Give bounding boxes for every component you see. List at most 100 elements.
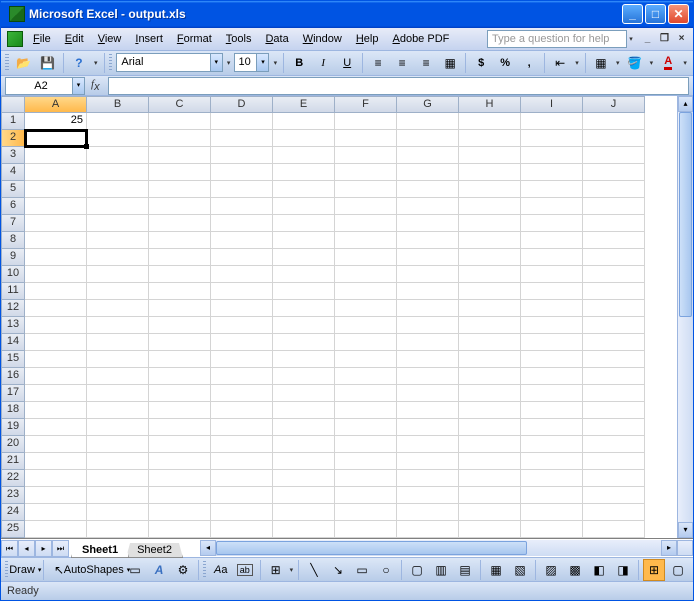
cell-A19[interactable]	[25, 419, 87, 436]
cell-J5[interactable]	[583, 181, 645, 198]
column-header-I[interactable]: I	[521, 96, 583, 113]
cell-J10[interactable]	[583, 266, 645, 283]
cell-C4[interactable]	[149, 164, 211, 181]
cell-A16[interactable]	[25, 368, 87, 385]
cell-A9[interactable]	[25, 249, 87, 266]
minimize-button[interactable]: _	[622, 4, 643, 24]
cell-C3[interactable]	[149, 147, 211, 164]
cell-B18[interactable]	[87, 402, 149, 419]
cell-B3[interactable]	[87, 147, 149, 164]
cell-B17[interactable]	[87, 385, 149, 402]
row-header-11[interactable]: 11	[1, 283, 25, 300]
cell-F1[interactable]	[335, 113, 397, 130]
row-header-1[interactable]: 1	[1, 113, 25, 130]
row-header-23[interactable]: 23	[1, 487, 25, 504]
cell-J18[interactable]	[583, 402, 645, 419]
cell-I12[interactable]	[521, 300, 583, 317]
cell-A21[interactable]	[25, 453, 87, 470]
tab-nav-first-button[interactable]: ⏮	[1, 540, 18, 557]
fx-icon[interactable]: fx	[91, 78, 100, 93]
row-header-13[interactable]: 13	[1, 317, 25, 334]
formula-bar[interactable]	[108, 77, 689, 95]
cell-E10[interactable]	[273, 266, 335, 283]
cell-C9[interactable]	[149, 249, 211, 266]
row-header-12[interactable]: 12	[1, 300, 25, 317]
cell-G11[interactable]	[397, 283, 459, 300]
cell-H17[interactable]	[459, 385, 521, 402]
cell-I7[interactable]	[521, 215, 583, 232]
row-header-6[interactable]: 6	[1, 198, 25, 215]
cell-J19[interactable]	[583, 419, 645, 436]
cell-G5[interactable]	[397, 181, 459, 198]
cell-J25[interactable]	[583, 521, 645, 538]
cell-D3[interactable]	[211, 147, 273, 164]
cell-H16[interactable]	[459, 368, 521, 385]
cell-G15[interactable]	[397, 351, 459, 368]
toolbar-grip[interactable]	[5, 561, 8, 579]
cell-D16[interactable]	[211, 368, 273, 385]
cell-J22[interactable]	[583, 470, 645, 487]
cell-G8[interactable]	[397, 232, 459, 249]
scroll-down-button[interactable]: ▾	[678, 522, 693, 538]
font-size-input[interactable]: 10▾	[234, 53, 269, 72]
scroll-up-button[interactable]: ▴	[678, 96, 693, 112]
cell-E24[interactable]	[273, 504, 335, 521]
cell-H3[interactable]	[459, 147, 521, 164]
cell-G12[interactable]	[397, 300, 459, 317]
cell-C20[interactable]	[149, 436, 211, 453]
cell-E8[interactable]	[273, 232, 335, 249]
row-header-10[interactable]: 10	[1, 266, 25, 283]
chevron-down-icon[interactable]: ▾	[573, 59, 581, 67]
cell-J17[interactable]	[583, 385, 645, 402]
cell-H22[interactable]	[459, 470, 521, 487]
mdi-restore-button[interactable]: ❐	[657, 32, 672, 46]
row-header-25[interactable]: 25	[1, 521, 25, 538]
cell-A2[interactable]	[25, 130, 87, 147]
cell-F12[interactable]	[335, 300, 397, 317]
cell-J15[interactable]	[583, 351, 645, 368]
cell-D4[interactable]	[211, 164, 273, 181]
cell-E6[interactable]	[273, 198, 335, 215]
cell-H1[interactable]	[459, 113, 521, 130]
cell-G23[interactable]	[397, 487, 459, 504]
cell-E4[interactable]	[273, 164, 335, 181]
cell-B23[interactable]	[87, 487, 149, 504]
line-button[interactable]: ╲	[303, 559, 325, 581]
underline-button[interactable]: U	[336, 52, 358, 74]
cell-H2[interactable]	[459, 130, 521, 147]
cell-C17[interactable]	[149, 385, 211, 402]
sheet-tab-sheet2[interactable]: Sheet2	[126, 543, 183, 558]
cell-D11[interactable]	[211, 283, 273, 300]
row-header-16[interactable]: 16	[1, 368, 25, 385]
cell-B5[interactable]	[87, 181, 149, 198]
arrow-button[interactable]: ↘	[327, 559, 349, 581]
row-header-4[interactable]: 4	[1, 164, 25, 181]
cell-J23[interactable]	[583, 487, 645, 504]
column-header-C[interactable]: C	[149, 96, 211, 113]
mdi-close-button[interactable]: ×	[674, 32, 689, 46]
cell-F11[interactable]	[335, 283, 397, 300]
cell-J3[interactable]	[583, 147, 645, 164]
column-header-G[interactable]: G	[397, 96, 459, 113]
cell-C24[interactable]	[149, 504, 211, 521]
rectangle-button[interactable]: ▭	[124, 559, 146, 581]
column-header-J[interactable]: J	[583, 96, 645, 113]
cell-H19[interactable]	[459, 419, 521, 436]
cell-C18[interactable]	[149, 402, 211, 419]
maximize-button[interactable]: □	[645, 4, 666, 24]
cell-G2[interactable]	[397, 130, 459, 147]
cell-A20[interactable]	[25, 436, 87, 453]
cell-A14[interactable]	[25, 334, 87, 351]
cell-E12[interactable]	[273, 300, 335, 317]
cell-C13[interactable]	[149, 317, 211, 334]
cell-C1[interactable]	[149, 113, 211, 130]
cell-D10[interactable]	[211, 266, 273, 283]
chevron-down-icon[interactable]: ▾	[72, 78, 84, 94]
cell-E7[interactable]	[273, 215, 335, 232]
cell-C11[interactable]	[149, 283, 211, 300]
cell-G13[interactable]	[397, 317, 459, 334]
cell-F22[interactable]	[335, 470, 397, 487]
row-header-15[interactable]: 15	[1, 351, 25, 368]
wordart-button[interactable]: A	[148, 559, 170, 581]
cell-E18[interactable]	[273, 402, 335, 419]
